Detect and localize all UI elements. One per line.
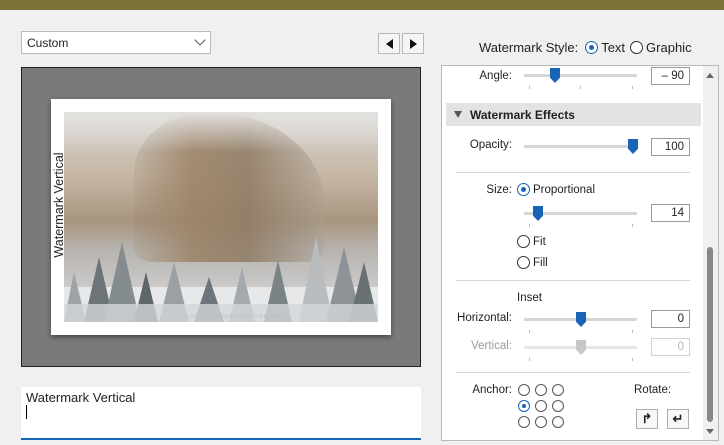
rotate-clockwise-button[interactable]: ↱ [636,409,658,429]
watermark-settings-panel: Angle: – 90 Watermark Effects Opacity: 1… [441,65,719,441]
preset-value: Custom [27,35,69,50]
copyright-watermark: HIROH BASKER PHOTOGRAPHY [184,314,286,320]
anchor-center[interactable] [535,400,547,412]
text-caret [26,405,27,419]
rotate-clockwise-icon: ↱ [641,411,653,426]
size-fit-radio[interactable] [517,235,530,248]
anchor-bottom-left[interactable] [518,416,530,428]
size-fill-label: Fill [533,256,548,269]
anchor-bottom-right[interactable] [552,416,564,428]
anchor-top-center[interactable] [535,384,547,396]
window-title-bar [0,0,724,10]
disclosure-triangle-icon [454,111,462,118]
fog-overlay [64,112,378,152]
opacity-slider-track[interactable] [524,145,637,148]
watermark-preview: HIROH BASKER PHOTOGRAPHY Watermark Verti… [21,67,421,367]
next-button[interactable] [402,33,424,54]
size-proportional-label: Proportional [533,183,596,196]
rotate-counterclockwise-icon: ↵ [672,411,684,426]
size-fill-radio[interactable] [517,256,530,269]
slider-tick [529,86,530,89]
anchor-middle-left[interactable] [518,400,530,412]
size-slider-thumb[interactable] [533,206,543,221]
angle-value-field[interactable]: – 90 [651,67,690,85]
snowy-trees [64,237,378,322]
preview-photo-frame: HIROH BASKER PHOTOGRAPHY Watermark Verti… [51,99,391,335]
horizontal-slider-thumb[interactable] [576,312,586,327]
vertical-label: Vertical: [471,340,512,352]
angle-slider-thumb[interactable] [550,68,560,83]
angle-label: Angle: [479,70,512,82]
triangle-right-icon [409,38,417,49]
anchor-middle-right[interactable] [552,400,564,412]
divider [456,172,690,173]
divider [456,372,690,373]
anchor-top-right[interactable] [552,384,564,396]
triangle-left-icon [385,38,393,49]
anchor-bottom-center[interactable] [535,416,547,428]
slider-tick [632,358,633,361]
scroll-down-icon[interactable] [706,429,714,434]
previous-button[interactable] [378,33,400,54]
preset-select[interactable]: Custom [21,31,211,54]
watermark-text-overlay: Watermark Vertical [51,150,67,260]
style-graphic-radio[interactable] [630,41,644,54]
size-proportional-radio[interactable] [517,183,530,196]
preview-photo: HIROH BASKER PHOTOGRAPHY [64,112,378,322]
opacity-value-field[interactable]: 100 [651,138,690,156]
horizontal-value-field[interactable]: 0 [651,310,690,328]
opacity-slider-thumb[interactable] [628,139,638,154]
slider-tick [529,330,530,333]
scroll-up-icon[interactable] [706,73,714,78]
watermark-text-input[interactable]: Watermark Vertical [21,387,421,440]
watermark-effects-title: Watermark Effects [470,107,575,122]
size-value-field[interactable]: 14 [651,204,690,222]
anchor-label: Anchor: [472,384,512,396]
inset-label: Inset [517,292,542,304]
scrollbar-thumb[interactable] [707,247,713,422]
watermark-text-value: Watermark Vertical [26,390,136,405]
size-fill-option[interactable]: Fill [517,256,548,269]
vertical-value-field: 0 [651,338,690,356]
slider-tick [632,86,633,89]
slider-tick [632,224,633,227]
style-graphic-label: Graphic [646,40,692,55]
horizontal-label: Horizontal: [457,312,512,324]
angle-slider-track[interactable] [524,74,637,77]
vertical-slider-thumb [576,340,586,355]
rotate-counterclockwise-button[interactable]: ↵ [667,409,689,429]
size-fit-label: Fit [533,235,546,248]
panel-scrollbar[interactable] [703,66,718,440]
size-label: Size: [486,184,512,196]
opacity-label: Opacity: [469,139,512,151]
rotate-label: Rotate: [634,384,672,396]
slider-tick [632,330,633,333]
divider [456,280,690,281]
watermark-style-group: Watermark Style: Text Graphic [479,40,692,55]
watermark-style-label: Watermark Style: [479,40,579,55]
style-text-label: Text [601,40,626,55]
slider-tick [580,86,581,89]
slider-tick [529,224,530,227]
watermark-vertical-text: Watermark Vertical [52,152,66,258]
slider-tick [529,358,530,361]
style-text-radio[interactable] [585,41,599,54]
size-fit-option[interactable]: Fit [517,235,546,248]
size-proportional-option[interactable]: Proportional [517,183,595,196]
chevron-down-icon [194,34,206,46]
anchor-top-left[interactable] [518,384,530,396]
watermark-effects-header[interactable]: Watermark Effects [446,103,701,126]
